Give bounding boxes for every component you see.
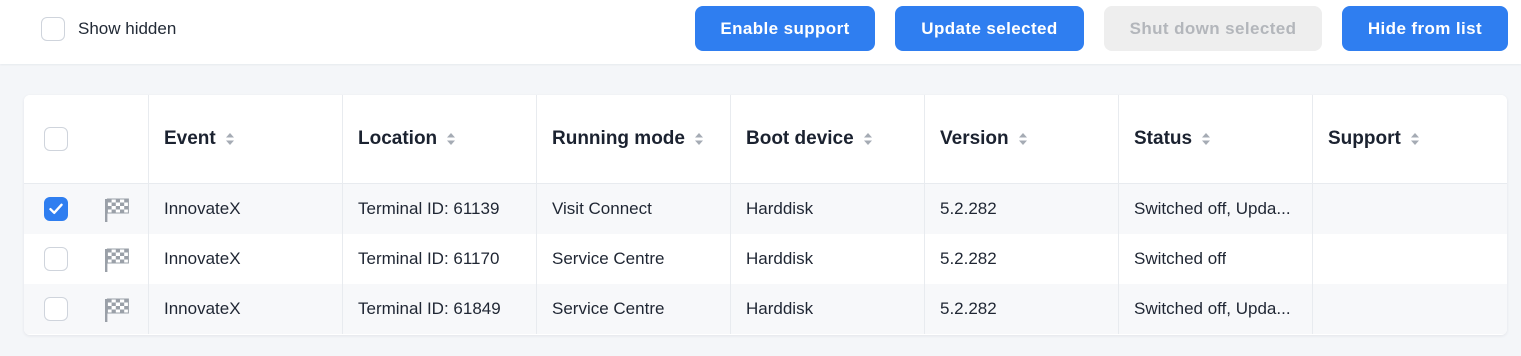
cell-status: Switched off, Upda... xyxy=(1118,284,1312,334)
cell-status-text: Switched off, Upda... xyxy=(1134,299,1291,318)
cell-event-text: InnovateX xyxy=(164,299,241,318)
cell-location: Terminal ID: 61849 xyxy=(342,284,536,334)
cell-running-mode-text: Service Centre xyxy=(552,249,665,268)
header-event[interactable]: Event xyxy=(148,95,342,183)
cell-version-text: 5.2.282 xyxy=(940,199,997,218)
header-boot-device[interactable]: Boot device xyxy=(730,95,924,183)
cell-version: 5.2.282 xyxy=(924,284,1118,334)
cell-running-mode: Service Centre xyxy=(536,284,730,334)
header-running-mode-label: Running mode xyxy=(552,128,685,149)
cell-running-mode: Service Centre xyxy=(536,234,730,284)
header-support-label: Support xyxy=(1328,128,1401,149)
header-status[interactable]: Status xyxy=(1118,95,1312,183)
header-location-label: Location xyxy=(358,128,438,149)
header-support[interactable]: Support xyxy=(1312,95,1507,183)
cell-status-text: Switched off, Upda... xyxy=(1134,199,1291,218)
cell-version: 5.2.282 xyxy=(924,184,1118,234)
cell-boot-device-text: Harddisk xyxy=(746,249,814,268)
row-checkbox[interactable] xyxy=(44,297,68,321)
cell-version: 5.2.282 xyxy=(924,234,1118,284)
checkered-flag-icon xyxy=(103,246,131,279)
cell-status: Switched off, Upda... xyxy=(1118,184,1312,234)
sort-icon[interactable] xyxy=(1201,132,1211,146)
shut-down-selected-button[interactable]: Shut down selected xyxy=(1104,6,1322,51)
show-hidden-checkbox[interactable] xyxy=(41,17,65,41)
cell-version-text: 5.2.282 xyxy=(940,299,997,318)
cell-boot-device: Harddisk xyxy=(730,284,924,334)
row-select-cell xyxy=(24,184,148,234)
cell-boot-device-text: Harddisk xyxy=(746,299,814,318)
cell-location-text: Terminal ID: 61849 xyxy=(358,299,501,318)
cell-support xyxy=(1312,284,1507,334)
cell-running-mode-text: Service Centre xyxy=(552,299,665,318)
cell-location: Terminal ID: 61170 xyxy=(342,234,536,284)
row-checkbox[interactable] xyxy=(44,197,68,221)
select-all-checkbox[interactable] xyxy=(44,127,68,151)
cell-event: InnovateX xyxy=(148,184,342,234)
hide-from-list-button[interactable]: Hide from list xyxy=(1342,6,1508,51)
sort-icon[interactable] xyxy=(1410,132,1420,146)
cell-version-text: 5.2.282 xyxy=(940,249,997,268)
header-version[interactable]: Version xyxy=(924,95,1118,183)
header-event-label: Event xyxy=(164,128,216,149)
cell-boot-device: Harddisk xyxy=(730,234,924,284)
sort-icon[interactable] xyxy=(225,132,235,146)
table-row[interactable]: InnovateX Terminal ID: 61139 Visit Conne… xyxy=(24,184,1507,234)
cell-event: InnovateX xyxy=(148,284,342,334)
header-boot-device-label: Boot device xyxy=(746,128,854,149)
cell-boot-device-text: Harddisk xyxy=(746,199,814,218)
row-select-cell xyxy=(24,284,148,334)
cell-event-text: InnovateX xyxy=(164,199,241,218)
sort-icon[interactable] xyxy=(863,132,873,146)
cell-location-text: Terminal ID: 61170 xyxy=(358,249,500,268)
update-selected-button[interactable]: Update selected xyxy=(895,6,1084,51)
cell-running-mode-text: Visit Connect xyxy=(552,199,652,218)
devices-table: Event Location Running mode Boot device … xyxy=(24,95,1507,335)
cell-location: Terminal ID: 61139 xyxy=(342,184,536,234)
table-header: Event Location Running mode Boot device … xyxy=(24,95,1507,184)
header-version-label: Version xyxy=(940,128,1009,149)
sort-icon[interactable] xyxy=(446,132,456,146)
cell-status: Switched off xyxy=(1118,234,1312,284)
show-hidden-toggle[interactable]: Show hidden xyxy=(41,17,176,41)
table-row[interactable]: InnovateX Terminal ID: 61849 Service Cen… xyxy=(24,284,1507,334)
row-select-cell xyxy=(24,234,148,284)
cell-boot-device: Harddisk xyxy=(730,184,924,234)
checkered-flag-icon xyxy=(103,296,131,329)
toolbar: Show hidden Enable support Update select… xyxy=(0,0,1521,64)
row-checkbox[interactable] xyxy=(44,247,68,271)
cell-event-text: InnovateX xyxy=(164,249,241,268)
checkered-flag-icon xyxy=(103,196,131,229)
sort-icon[interactable] xyxy=(694,132,704,146)
enable-support-button[interactable]: Enable support xyxy=(695,6,875,51)
table-row[interactable]: InnovateX Terminal ID: 61170 Service Cen… xyxy=(24,234,1507,284)
header-location[interactable]: Location xyxy=(342,95,536,183)
show-hidden-label: Show hidden xyxy=(78,19,177,38)
checkmark-icon xyxy=(49,203,63,214)
cell-support xyxy=(1312,234,1507,284)
cell-support xyxy=(1312,184,1507,234)
sort-icon[interactable] xyxy=(1018,132,1028,146)
cell-event: InnovateX xyxy=(148,234,342,284)
cell-status-text: Switched off xyxy=(1134,249,1227,268)
header-status-label: Status xyxy=(1134,128,1193,149)
header-running-mode[interactable]: Running mode xyxy=(536,95,730,183)
cell-location-text: Terminal ID: 61139 xyxy=(358,199,500,218)
cell-running-mode: Visit Connect xyxy=(536,184,730,234)
header-select-cell xyxy=(24,95,148,183)
